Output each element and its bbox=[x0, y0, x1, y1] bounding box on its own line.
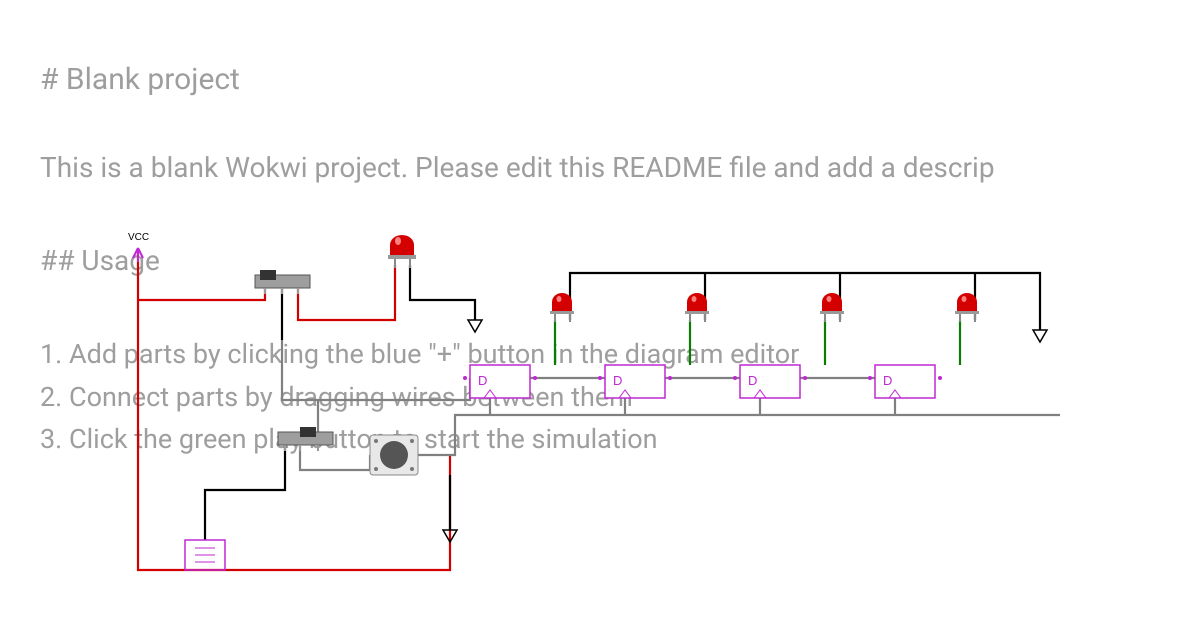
gnd-symbol-3 bbox=[1033, 330, 1047, 342]
wire-vcc-main bbox=[138, 248, 450, 570]
wire-clock-bus bbox=[418, 415, 1060, 455]
gnd-symbol-1 bbox=[468, 320, 482, 332]
pushbutton[interactable] bbox=[370, 435, 418, 475]
led-2[interactable] bbox=[685, 293, 709, 322]
vcc-symbol: VCC bbox=[128, 232, 149, 262]
led-1[interactable] bbox=[550, 293, 574, 322]
d-flipflop-4[interactable]: D bbox=[868, 365, 942, 398]
wire-switch-led-top bbox=[298, 265, 395, 320]
wire-led-top-gnd bbox=[410, 265, 475, 320]
d-flipflop-1[interactable]: D bbox=[463, 365, 537, 398]
flipflop-1-label: D bbox=[478, 373, 487, 388]
flipflop-2-label: D bbox=[613, 373, 622, 388]
wire-resistor-switch2 bbox=[205, 445, 285, 540]
led-3[interactable] bbox=[820, 293, 844, 322]
flipflop-3-label: D bbox=[748, 373, 757, 388]
led-top[interactable] bbox=[388, 235, 416, 268]
d-flipflop-3[interactable]: D bbox=[733, 365, 807, 398]
flipflop-4-label: D bbox=[883, 373, 892, 388]
slide-switch-2[interactable] bbox=[278, 427, 333, 451]
vcc-label: VCC bbox=[128, 232, 149, 243]
slide-switch-1[interactable] bbox=[255, 270, 310, 294]
resistor-component[interactable] bbox=[185, 540, 225, 570]
wire-switch2-btn bbox=[300, 445, 370, 470]
d-flipflop-2[interactable]: D bbox=[598, 365, 672, 398]
wire-bus-to-ff1-d bbox=[282, 340, 470, 400]
circuit-diagram[interactable]: VCC bbox=[0, 0, 1200, 630]
led-4[interactable] bbox=[955, 293, 979, 322]
